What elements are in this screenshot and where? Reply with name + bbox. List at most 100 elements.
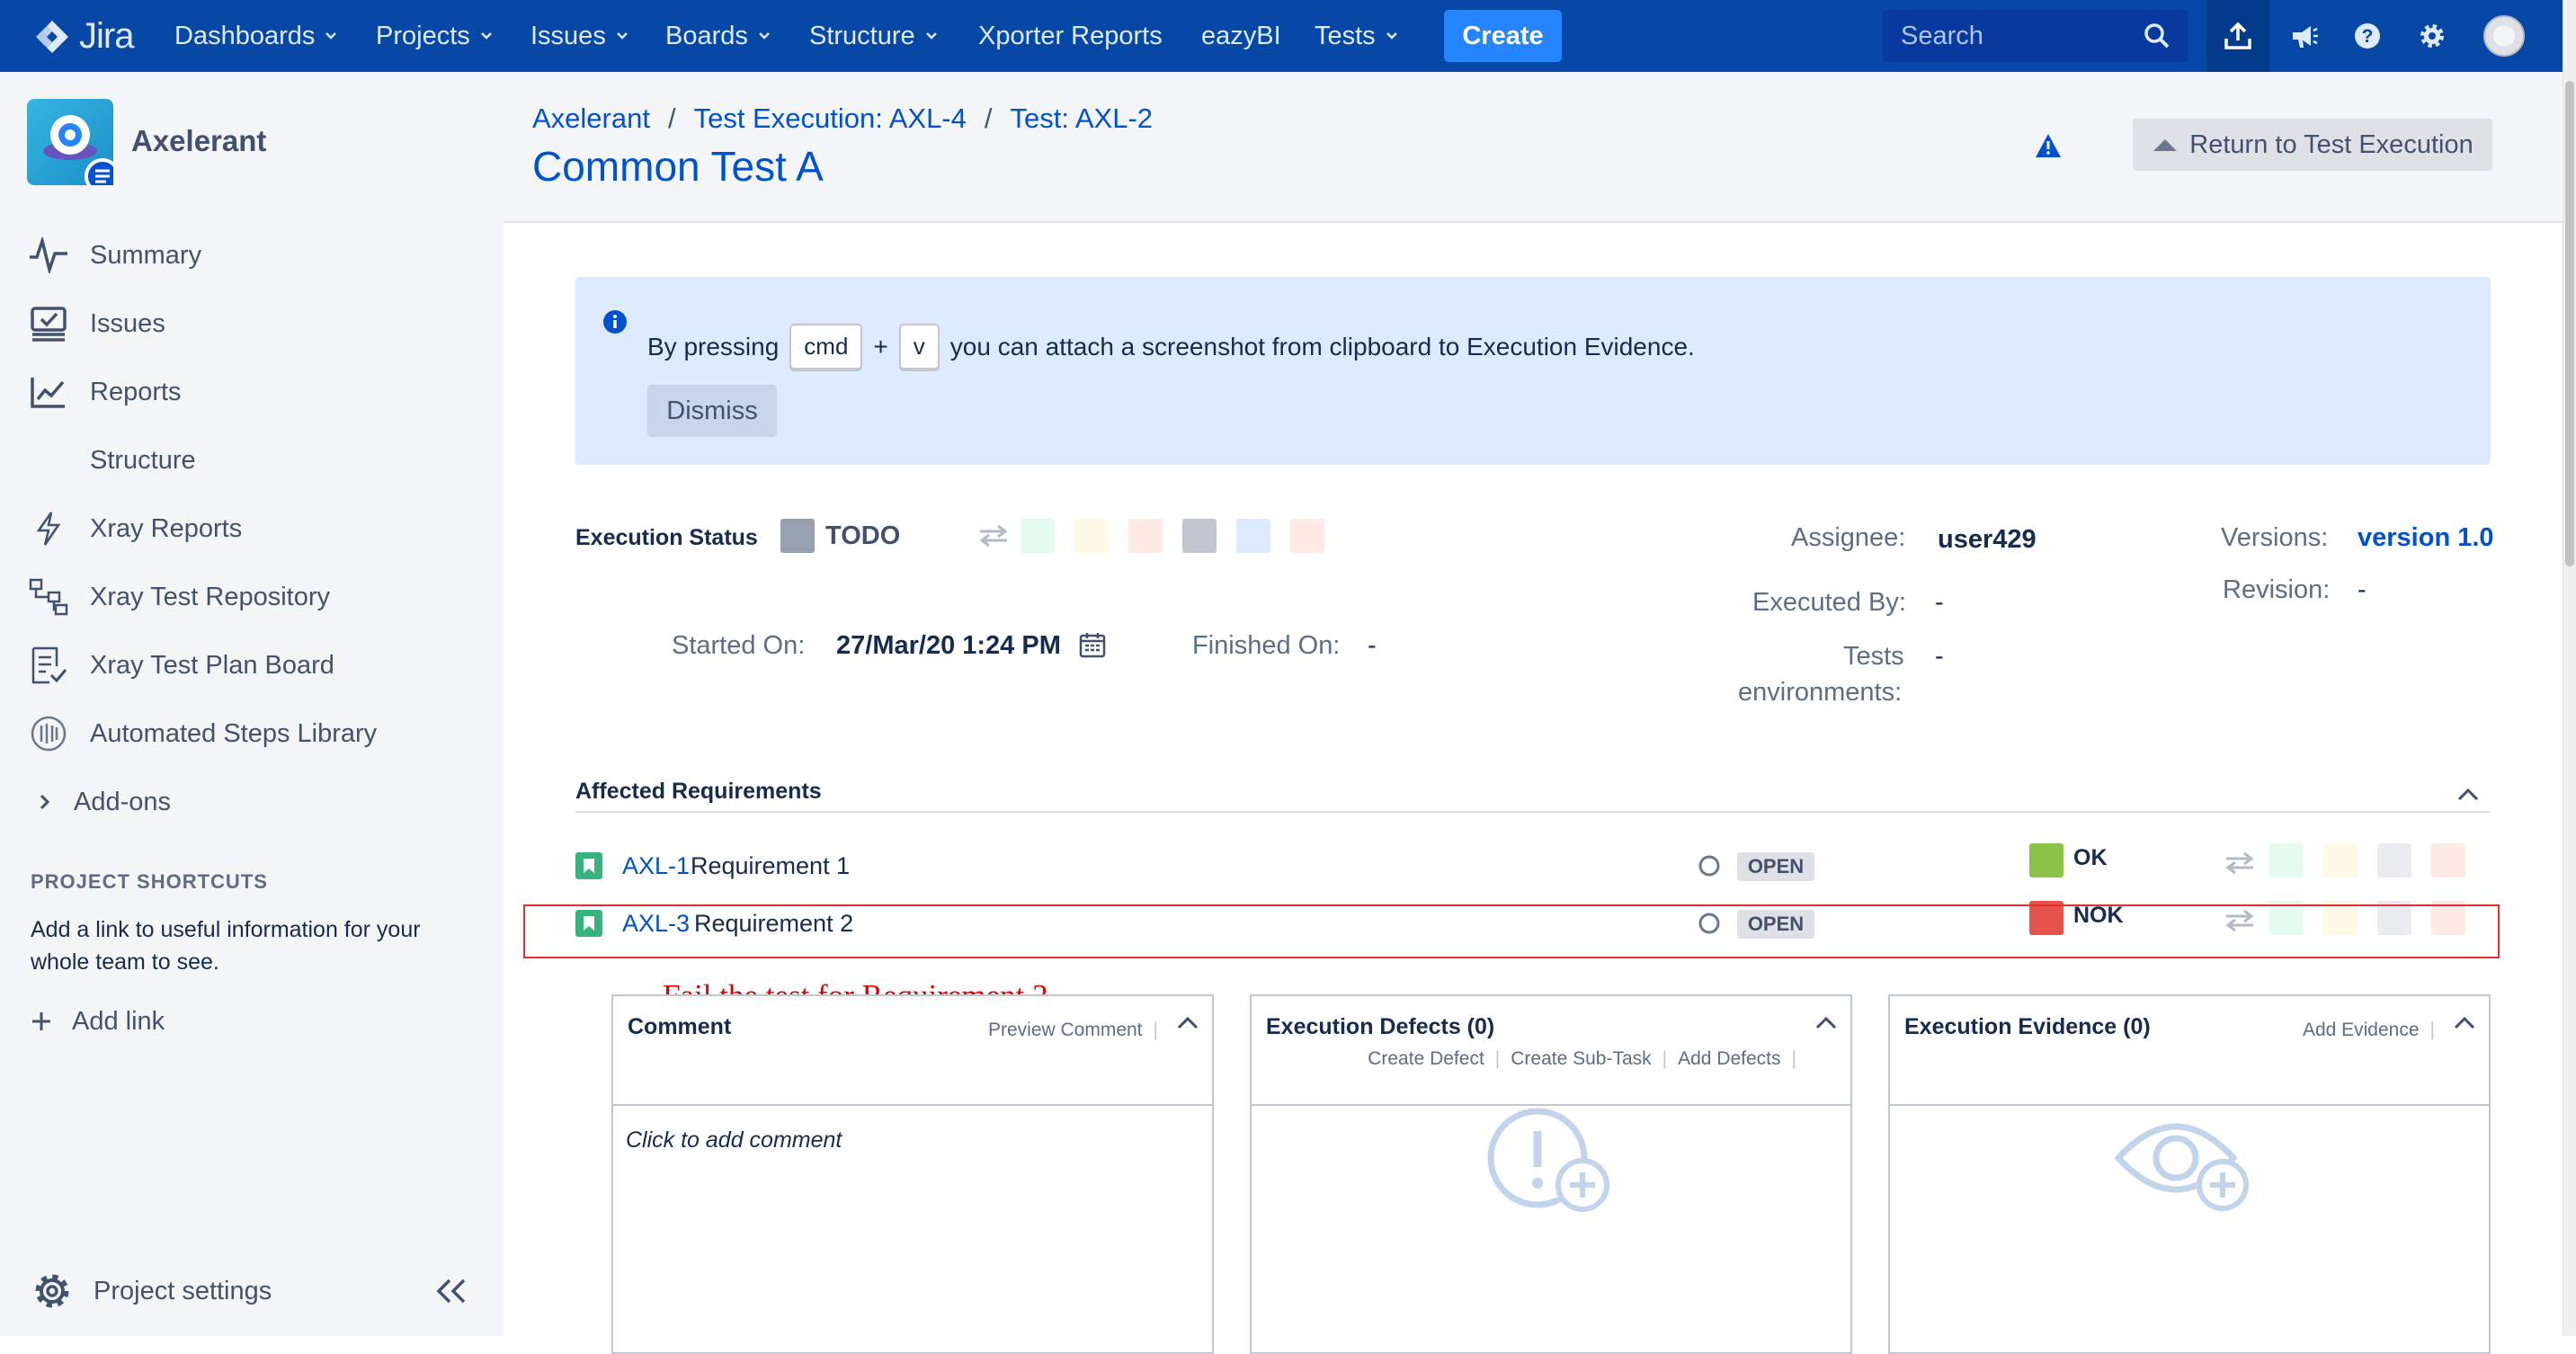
swap-arrows-icon[interactable]: [976, 523, 1011, 548]
nav-structure-label: Structure: [809, 21, 915, 50]
warning-icon[interactable]: [2035, 133, 2062, 158]
create-defect-link[interactable]: Create Defect: [1368, 1048, 1484, 1070]
breadcrumb-project[interactable]: Axelerant: [532, 102, 650, 135]
nav-eazybi[interactable]: eazyBI: [1201, 0, 1281, 72]
gear-icon[interactable]: [2401, 0, 2464, 72]
requirement-key[interactable]: AXL-1: [622, 852, 690, 880]
jira-logo[interactable]: Jira: [34, 16, 134, 57]
chevron-down-icon: [616, 32, 628, 40]
sidebar-item-label: Summary: [90, 240, 202, 270]
breadcrumb-test-execution[interactable]: Test Execution: AXL-4: [694, 102, 967, 135]
avatar[interactable]: [2473, 0, 2536, 72]
sidebar-item-addons[interactable]: Add-ons: [36, 775, 171, 829]
annotation-highlight-box: [523, 904, 2500, 958]
upload-icon[interactable]: [2206, 0, 2269, 72]
project-avatar[interactable]: [27, 99, 113, 185]
sidebar-item-xray-test-plan-board[interactable]: Xray Test Plan Board: [27, 638, 334, 692]
breadcrumb-test[interactable]: Test: AXL-2: [1011, 102, 1154, 135]
requirement-summary[interactable]: Requirement 1: [691, 852, 850, 880]
help-icon[interactable]: ?: [2336, 0, 2399, 72]
return-to-test-execution-button[interactable]: Return to Test Execution: [2133, 119, 2492, 171]
requirement-result-text[interactable]: OK: [2073, 845, 2108, 871]
sidebar-item-xray-test-repository[interactable]: Xray Test Repository: [27, 570, 330, 624]
status-option-swatch[interactable]: [1236, 519, 1270, 553]
status-option-swatch[interactable]: [1074, 519, 1109, 553]
chevron-up-icon[interactable]: [2453, 1014, 2476, 1030]
sidebar-item-structure[interactable]: Structure: [27, 433, 196, 487]
chevron-up-icon[interactable]: [1814, 1014, 1838, 1030]
project-settings-label: Project settings: [94, 1276, 272, 1305]
info-suffix: you can attach a screenshot from clipboa…: [949, 332, 1695, 361]
kbd-v: v: [898, 324, 940, 370]
nav-issues[interactable]: Issues: [530, 0, 629, 72]
nav-xporter-reports[interactable]: Xporter Reports: [978, 0, 1163, 72]
preview-comment-link[interactable]: Preview Comment: [988, 1020, 1143, 1041]
status-option-swatch[interactable]: [1021, 519, 1055, 553]
nav-boards[interactable]: Boards: [665, 0, 771, 72]
create-button[interactable]: Create: [1444, 10, 1562, 62]
add-defect-icon: [1252, 1104, 1850, 1221]
status-option-swatch[interactable]: [1290, 519, 1324, 553]
repository-tree-icon: [27, 575, 70, 619]
nav-projects-label: Projects: [376, 21, 470, 50]
search-icon[interactable]: [2144, 22, 2170, 49]
sidebar-item-xray-reports[interactable]: Xray Reports: [27, 502, 242, 556]
add-link-button[interactable]: Add link: [31, 994, 165, 1048]
sidebar-item-label: Automated Steps Library: [90, 718, 378, 748]
versions-label: Versions:: [2221, 523, 2329, 552]
clipboard-info-message: By pressing cmd + v you can attach a scr…: [575, 277, 2491, 465]
sidebar-item-reports[interactable]: Reports: [27, 365, 182, 419]
collapse-sidebar-icon[interactable]: [435, 1277, 468, 1305]
reports-icon: [27, 370, 70, 414]
executed-by-value: -: [1935, 588, 1944, 617]
sidebar-item-label: Reports: [90, 377, 182, 406]
requirement-status-swatch[interactable]: [2431, 843, 2465, 877]
chevron-up-icon[interactable]: [2456, 786, 2480, 802]
info-text: By pressing cmd + v you can attach a scr…: [647, 324, 1695, 370]
execution-evidence-panel: Execution Evidence (0) Add Evidence |: [1888, 994, 2491, 1354]
status-option-swatch[interactable]: [1182, 519, 1217, 553]
dismiss-button[interactable]: Dismiss: [647, 385, 777, 437]
requirement-status-swatch[interactable]: [2269, 843, 2304, 877]
execution-status-value[interactable]: TODO: [825, 521, 900, 551]
sidebar-item-label: Issues: [90, 308, 165, 338]
search-input[interactable]: [1901, 21, 2126, 51]
requirement-status-swatch[interactable]: [2377, 843, 2411, 877]
nav-dashboards[interactable]: Dashboards: [174, 0, 338, 72]
sidebar-item-summary[interactable]: Summary: [27, 228, 201, 282]
project-shortcuts-title: PROJECT SHORTCUTS: [31, 870, 268, 893]
action-separator: |: [1494, 1048, 1501, 1069]
chevron-up-icon[interactable]: [1176, 1014, 1199, 1030]
jira-logo-icon: [36, 20, 68, 53]
tests-environments-label-line1: Tests: [1843, 642, 1904, 671]
add-defects-link[interactable]: Add Defects: [1678, 1048, 1780, 1070]
scrollbar-thumb[interactable]: [2565, 81, 2574, 566]
versions-value[interactable]: version 1.0: [2358, 523, 2494, 553]
action-separator: |: [1662, 1048, 1668, 1069]
tests-environments-value[interactable]: -: [1935, 642, 1944, 672]
project-settings-button[interactable]: Project settings: [31, 1264, 272, 1318]
status-option-swatch[interactable]: [1128, 519, 1163, 553]
create-subtask-link[interactable]: Create Sub-Task: [1511, 1048, 1651, 1070]
sidebar-item-issues[interactable]: Issues: [27, 297, 165, 351]
requirement-story-icon: [575, 852, 602, 879]
search-box[interactable]: [1883, 10, 2188, 62]
jira-logo-text: Jira: [79, 16, 134, 56]
requirement-status-swatch[interactable]: [2323, 843, 2358, 877]
nav-projects[interactable]: Projects: [376, 0, 494, 72]
calendar-icon[interactable]: [1079, 631, 1106, 658]
megaphone-icon[interactable]: [2273, 0, 2336, 72]
breadcrumb-separator: /: [984, 102, 993, 134]
swap-arrows-icon[interactable]: [2223, 851, 2257, 876]
add-evidence-link[interactable]: Add Evidence: [2303, 1020, 2420, 1041]
project-name[interactable]: Axelerant: [131, 124, 266, 158]
revision-value: -: [2358, 575, 2367, 604]
nav-tests[interactable]: Tests: [1315, 0, 1399, 72]
assignee-value[interactable]: user429: [1938, 525, 2037, 555]
sidebar-item-automated-steps-library[interactable]: Automated Steps Library: [27, 707, 377, 761]
add-comment-placeholder[interactable]: Click to add comment: [626, 1127, 842, 1154]
sidebar-item-label: Xray Reports: [90, 513, 243, 543]
kbd-plus: +: [873, 332, 888, 361]
nav-structure[interactable]: Structure: [809, 0, 939, 72]
started-on-value[interactable]: 27/Mar/20 1:24 PM: [836, 631, 1061, 661]
